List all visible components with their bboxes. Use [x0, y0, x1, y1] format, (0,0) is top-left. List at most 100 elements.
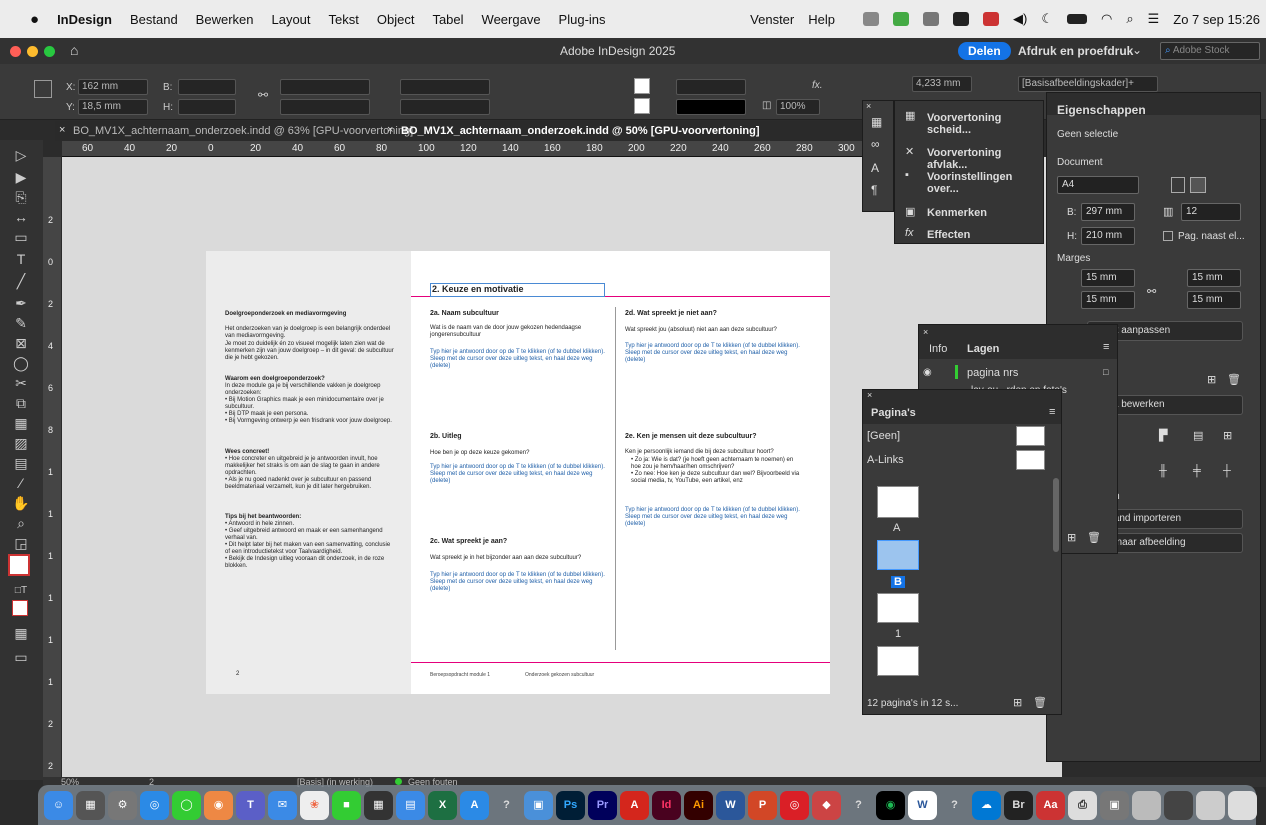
horizontal-ruler[interactable]: 60 40 20 0 20 40 60 80 100 120 140 160 180 200 220 240 2… — [62, 141, 865, 157]
ellipse-tool-icon[interactable]: ◯ — [12, 354, 30, 372]
word-doc-icon[interactable]: W — [908, 790, 937, 820]
spotify-icon[interactable]: ◉ — [876, 790, 905, 820]
search-icon[interactable]: ⌕ — [1126, 11, 1133, 27]
home-icon[interactable]: ⌂ — [70, 42, 78, 58]
flyout-item-flatten[interactable]: Voorvertoning afvlak... — [927, 147, 1043, 171]
answer-hint[interactable]: Typ hier je antwoord door op de T te kli… — [625, 343, 805, 364]
menu-layout[interactable]: Layout — [271, 12, 310, 27]
indesign-icon[interactable]: Id — [652, 790, 681, 820]
align-icon[interactable]: ╪ — [1193, 465, 1201, 477]
add-icon[interactable]: ⊞ — [1207, 373, 1216, 386]
delete-icon[interactable]: 🗑 — [1227, 373, 1241, 386]
panel-menu-icon[interactable]: ≡ — [1103, 341, 1109, 353]
menu-plugins[interactable]: Plug-ins — [559, 12, 606, 27]
view-mode-icon[interactable]: ▦ — [12, 624, 30, 642]
tab-paginas[interactable]: Pagina's — [871, 407, 916, 419]
page-tool-icon[interactable]: ⎘ — [12, 188, 30, 206]
add-icon[interactable]: ⊞ — [1067, 531, 1076, 544]
question-icon[interactable]: ? — [844, 791, 873, 820]
flyout-item-kenmerken[interactable]: Kenmerken — [927, 207, 987, 219]
panel-close-icon[interactable]: × — [866, 101, 871, 111]
fill-swatch-icon[interactable] — [634, 78, 650, 94]
creative-cloud-icon[interactable]: ◎ — [780, 790, 809, 820]
align-icon[interactable]: ┼ — [1223, 465, 1231, 477]
workspace-switcher[interactable]: Afdruk en proefdruk — [1018, 44, 1133, 58]
grid-icon[interactable]: ▤ — [1193, 429, 1203, 442]
minimize-button[interactable] — [27, 46, 38, 57]
panel-close-icon[interactable]: × — [923, 327, 928, 337]
menu-object[interactable]: Object — [377, 12, 415, 27]
status-icon[interactable] — [893, 12, 909, 26]
parent-alinks-label[interactable]: A-Links — [867, 454, 904, 466]
stroke-style-select[interactable] — [676, 99, 746, 115]
tab-close-icon[interactable]: × — [59, 124, 65, 136]
link-icon[interactable]: ⚯ — [258, 88, 268, 102]
facing-pages-checkbox[interactable] — [1163, 231, 1173, 241]
launchpad-icon[interactable]: ▦ — [76, 790, 105, 820]
doc-tab-1[interactable]: BO_MV1X_achternaam_onderzoek.indd @ 63% … — [73, 125, 413, 137]
tab-eigenschappen[interactable]: Eigenschappen — [1057, 103, 1146, 117]
menu-venster[interactable]: Venster — [750, 12, 794, 27]
menu-bewerken[interactable]: Bewerken — [196, 12, 254, 27]
status-icon[interactable] — [923, 12, 939, 26]
facetime-icon[interactable]: ■ — [332, 790, 361, 820]
stroke-swatch-icon[interactable] — [634, 98, 650, 114]
zoom-tool-icon[interactable]: ⌕ — [12, 514, 30, 532]
pages-count-field[interactable]: 12 — [1181, 203, 1241, 221]
frame-style-select[interactable]: [Basisafbeeldingskader]+ — [1018, 76, 1158, 92]
portrait-icon[interactable] — [1171, 177, 1185, 193]
page-thumbnail[interactable] — [877, 593, 919, 623]
tab-close-icon[interactable]: × — [387, 124, 393, 136]
appstore-icon[interactable]: A — [460, 790, 489, 820]
word-icon[interactable]: W — [716, 790, 745, 820]
eye-icon[interactable]: ◉ — [923, 367, 932, 378]
answer-hint[interactable]: Typ hier je antwoord door op de T te kli… — [430, 572, 605, 593]
tab-lagen[interactable]: Lagen — [967, 343, 999, 355]
calculator-icon[interactable]: ▦ — [364, 790, 393, 820]
fill-stroke-icon[interactable] — [8, 554, 30, 576]
x-field[interactable]: 162 mm — [78, 79, 148, 95]
finder-icon[interactable]: ☺ — [44, 790, 73, 820]
doc-tab-2[interactable]: BO_MV1X_achternaam_onderzoek.indd @ 50% … — [401, 125, 760, 137]
apple-icon[interactable]: ● — [30, 11, 39, 28]
pencil-tool-icon[interactable]: ✎ — [12, 314, 30, 332]
parent-none-thumb[interactable] — [1016, 426, 1045, 446]
zoom-button[interactable] — [44, 46, 55, 57]
guide-icon[interactable]: ▛ — [1159, 429, 1167, 442]
rectangle-frame-tool-icon[interactable]: ⊠ — [12, 334, 30, 352]
screenshot-icon[interactable]: ▣ — [1100, 790, 1129, 820]
question-icon[interactable]: ? — [492, 791, 521, 820]
default-colors-icon[interactable]: ◲ — [12, 534, 30, 552]
teams-icon[interactable]: T — [236, 790, 265, 820]
image-thumb-icon[interactable] — [1196, 790, 1225, 820]
link-icon[interactable]: ⚯ — [1147, 285, 1156, 298]
image-thumb-icon[interactable] — [1132, 790, 1161, 820]
control-center-icon[interactable]: ☰ — [1148, 11, 1160, 27]
photoshop-icon[interactable]: Ps — [556, 790, 585, 820]
parent-none-label[interactable]: [Geen] — [867, 430, 900, 442]
right-page[interactable]: 2. Keuze en motivatie 2a. Naam subcultuu… — [411, 251, 830, 694]
trash-icon[interactable]: 🗑 — [1260, 791, 1266, 820]
panel-close-icon[interactable]: × — [867, 390, 872, 400]
menu-tekst[interactable]: Tekst — [329, 12, 359, 27]
rotate-field[interactable] — [400, 79, 490, 95]
excel-icon[interactable]: X — [428, 790, 457, 820]
phone-icon[interactable]: ☾ — [1041, 11, 1053, 27]
import-button[interactable]: stand importeren — [1099, 509, 1243, 529]
direct-selection-tool-icon[interactable]: ▶ — [12, 168, 30, 186]
acrobat-icon[interactable]: A — [620, 790, 649, 820]
stock-search-input[interactable]: ⌕ Adobe Stock — [1160, 42, 1260, 60]
flyout-item-separations[interactable]: Voorvertoning scheid... — [927, 112, 1043, 136]
y-field[interactable]: 18,5 mm — [78, 99, 148, 115]
to-image-button[interactable]: st naar afbeelding — [1099, 533, 1243, 553]
close-button[interactable] — [10, 46, 21, 57]
content-collector-icon[interactable]: ▭ — [12, 228, 30, 246]
menu-bestand[interactable]: Bestand — [130, 12, 178, 27]
share-button[interactable]: Delen — [958, 42, 1011, 60]
wifi-icon[interactable]: ◠ — [1101, 11, 1112, 27]
printer-icon[interactable]: ⎙ — [1068, 790, 1097, 820]
answer-hint[interactable]: Typ hier je antwoord door op de T te kli… — [430, 349, 605, 370]
note-tool-icon[interactable]: ▤ — [12, 454, 30, 472]
scrollbar[interactable] — [1053, 478, 1059, 552]
margin-top-field[interactable]: 15 mm — [1081, 269, 1135, 287]
